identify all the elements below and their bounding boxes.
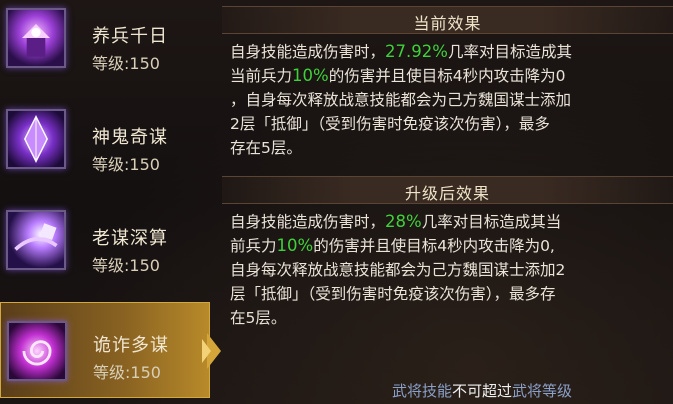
purple-palace-icon	[6, 8, 66, 68]
current-effect-title: 当前效果	[413, 14, 482, 33]
skill-level: 等级:150	[92, 155, 160, 174]
skill-level: 等级:150	[93, 363, 161, 382]
skill-name: 神鬼奇谋	[92, 127, 168, 148]
skill-list: 养兵千日 等级:150 神鬼奇谋 等级:150 老谋深算 等级:150 诡诈多谋…	[0, 0, 221, 404]
skill-item-3[interactable]: 老谋深算 等级:150	[0, 202, 210, 298]
desc-line: 层「抵御」（受到伤害时免疫该次伤害），最多存	[230, 285, 556, 303]
skill-item-1[interactable]: 养兵千日 等级:150	[0, 0, 210, 96]
upgrade-effect-header: 升级后效果	[222, 176, 673, 204]
skill-name: 诡诈多谋	[93, 335, 169, 356]
skill-name: 老谋深算	[92, 228, 168, 249]
purple-crystal-icon	[6, 109, 66, 169]
desc-line: 2层「抵御」（受到伤害时免疫该次伤害），最多	[230, 115, 550, 133]
purple-dice-icon	[6, 210, 66, 270]
upgrade-effect-description: 自身技能造成伤害时，28%几率对目标造成其当 前兵力10%的伤害并且使目标4秒内…	[230, 210, 660, 330]
effect-panel: 当前效果 自身技能造成伤害时，27.92%几率对目标造成其 当前兵力10%的伤害…	[222, 0, 673, 404]
desc-line: 当前兵力10%的伤害并且使目标4秒内攻击降为0	[230, 66, 566, 85]
desc-line: 存在5层。	[230, 139, 302, 157]
desc-line: 前兵力10%的伤害并且使目标4秒内攻击降为0,	[230, 236, 555, 255]
skill-level-limit-note: 武将技能不可超过武将等级	[391, 382, 573, 400]
skill-item-4-selected[interactable]: 诡诈多谋 等级:150	[0, 302, 221, 398]
purple-swirl-icon	[7, 321, 67, 381]
desc-line: 自身技能造成伤害时，27.92%几率对目标造成其	[230, 42, 572, 61]
skill-level: 等级:150	[92, 256, 160, 275]
desc-line: 自身技能造成伤害时，28%几率对目标造成其当	[230, 212, 562, 231]
current-effect-header: 当前效果	[222, 6, 673, 34]
skill-item-2[interactable]: 神鬼奇谋 等级:150	[0, 101, 210, 197]
skill-level: 等级:150	[92, 54, 160, 73]
upgrade-effect-title: 升级后效果	[404, 184, 490, 203]
current-effect-description: 自身技能造成伤害时，27.92%几率对目标造成其 当前兵力10%的伤害并且使目标…	[230, 40, 660, 160]
desc-line: 自身每次释放战意技能都会为己方魏国谋士添加2	[230, 261, 566, 279]
desc-line: ，自身每次释放战意技能都会为己方魏国谋士添加	[230, 91, 572, 109]
desc-line: 在5层。	[230, 309, 287, 327]
selected-arrow-inner-icon	[202, 339, 211, 363]
skill-name: 养兵千日	[92, 26, 168, 47]
